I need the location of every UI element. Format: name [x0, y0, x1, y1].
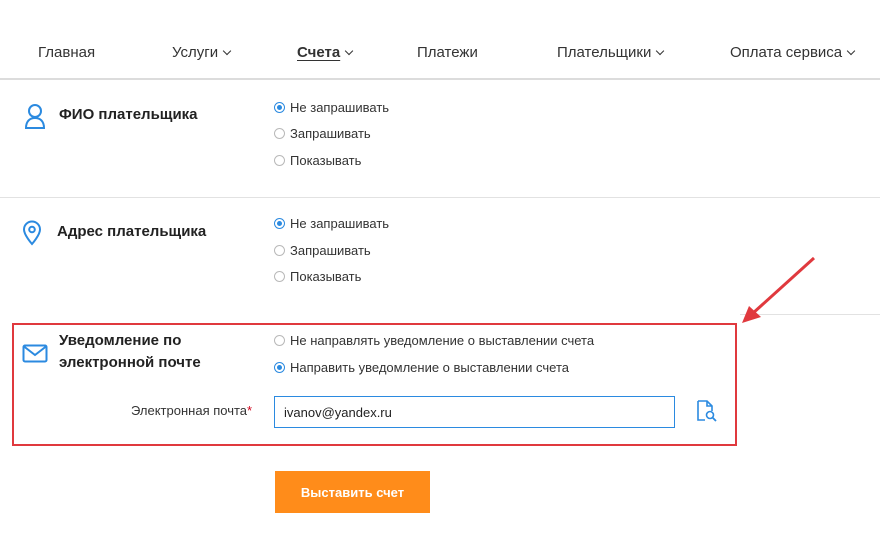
radio-label: Показывать	[290, 268, 362, 284]
nav-label: Плательщики	[557, 44, 652, 61]
radio-label: Запрашивать	[290, 242, 371, 258]
nav-item-home[interactable]: Главная	[38, 44, 95, 61]
radio-payer-address-no-request[interactable]: Не запрашивать	[274, 214, 389, 232]
radio-button[interactable]	[274, 154, 285, 166]
location-pin-icon	[22, 220, 42, 246]
radio-button[interactable]	[274, 101, 285, 113]
nav-item-service-payment[interactable]: Оплата сервиса	[730, 44, 856, 61]
chevron-down-icon	[222, 46, 232, 56]
chevron-down-icon	[656, 46, 665, 56]
section-title-payer-address: Адрес плательщика	[57, 223, 207, 240]
annotation-highlight-box	[12, 323, 737, 446]
top-navigation: Главная Услуги Счета Платежи Плательщики…	[0, 0, 880, 80]
section-title-payer-name: ФИО плательщика	[59, 106, 198, 123]
nav-item-invoices[interactable]: Счета	[297, 44, 354, 61]
radio-payer-address-show[interactable]: Показывать	[274, 267, 361, 285]
nav-label: Услуги	[172, 44, 219, 61]
nav-label: Счета	[297, 44, 341, 61]
radio-label: Не запрашивать	[290, 99, 390, 115]
issue-invoice-button[interactable]: Выставить счет	[275, 471, 430, 513]
radio-payer-name-no-request[interactable]: Не запрашивать	[274, 98, 389, 116]
radio-button[interactable]	[274, 270, 285, 282]
radio-label: Запрашивать	[290, 125, 371, 141]
radio-button[interactable]	[274, 244, 285, 256]
nav-label: Платежи	[417, 44, 478, 61]
chevron-down-icon	[846, 46, 856, 56]
section-divider	[0, 197, 880, 198]
radio-payer-name-show[interactable]: Показывать	[274, 151, 361, 169]
nav-item-payers[interactable]: Плательщики	[557, 44, 665, 61]
nav-item-payments[interactable]: Платежи	[417, 44, 478, 61]
nav-label: Главная	[38, 44, 96, 61]
nav-label: Оплата сервиса	[730, 44, 843, 61]
annotation-arrow-icon	[742, 256, 816, 323]
radio-label: Не запрашивать	[290, 215, 390, 231]
chevron-down-icon	[344, 46, 354, 56]
radio-label: Показывать	[290, 152, 362, 168]
nav-item-services[interactable]: Услуги	[172, 44, 232, 61]
person-icon	[24, 104, 46, 129]
radio-payer-address-request[interactable]: Запрашивать	[274, 241, 371, 259]
nav-divider	[0, 78, 880, 80]
radio-button[interactable]	[274, 217, 285, 229]
radio-payer-name-request[interactable]: Запрашивать	[274, 124, 371, 142]
radio-button[interactable]	[274, 127, 285, 139]
